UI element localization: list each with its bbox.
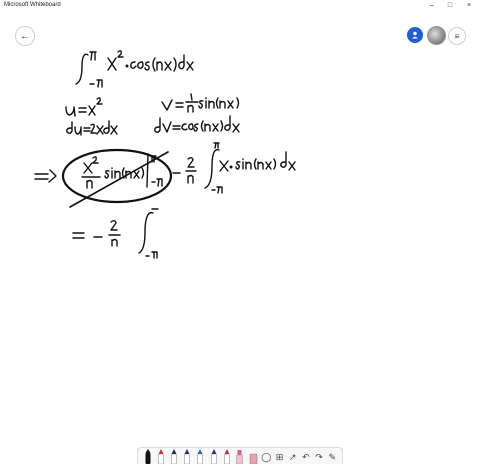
arrow-shape-icon: ↗: [288, 452, 297, 462]
shape-tool[interactable]: ↗: [287, 449, 299, 464]
redo-button[interactable]: ↷: [313, 449, 325, 464]
pen-magenta-tool[interactable]: [221, 449, 233, 464]
pen-settings-button[interactable]: ✎: [326, 449, 338, 464]
pen-icon: [184, 449, 190, 464]
pen-teal-tool[interactable]: [194, 449, 206, 464]
pen-icon: [197, 449, 204, 464]
inking-toolbar: ◯ ⊞ ↗ ↶ ↷ ✎: [137, 447, 343, 464]
lasso-tool[interactable]: ◯: [260, 449, 272, 464]
undo-button[interactable]: ↶: [300, 449, 312, 464]
add-icon: ⊞: [275, 452, 284, 462]
ink-integral-statement: [75, 50, 194, 88]
add-content-tool[interactable]: ⊞: [273, 449, 285, 464]
ink-implies-arrow: [34, 169, 57, 183]
pen-icon: [223, 449, 230, 464]
pen-dark-blue-tool[interactable]: [168, 449, 180, 464]
lasso-icon: ◯: [261, 452, 272, 462]
ink-dv-definition: [154, 115, 240, 133]
pen-icon: [171, 449, 177, 464]
ink-crossed-boundary-term: [61, 148, 173, 208]
pen-black-tool[interactable]: [142, 449, 154, 464]
highlighter-icon: [236, 450, 244, 464]
pen-red-tool[interactable]: [155, 449, 167, 464]
ink-next-step: [72, 208, 159, 259]
pen-violet-tool[interactable]: [208, 449, 220, 464]
eraser-tool[interactable]: [247, 449, 259, 464]
ink-du-definition: [66, 120, 118, 136]
ink-u-definition: [65, 97, 103, 117]
ink-remaining-integral: [172, 142, 296, 194]
whiteboard-canvas[interactable]: [0, 0, 480, 447]
pen-icon: [210, 449, 217, 464]
ink-v-definition: [161, 93, 240, 113]
undo-icon: ↶: [302, 452, 310, 462]
pen-icon: [157, 449, 164, 464]
pen-navy-tool[interactable]: [181, 449, 193, 464]
redo-icon: ↷: [315, 452, 323, 462]
pencil-icon: ✎: [328, 452, 336, 462]
eraser-icon: [249, 453, 257, 464]
pen-icon: [145, 449, 151, 464]
highlighter-tool[interactable]: [234, 449, 246, 464]
